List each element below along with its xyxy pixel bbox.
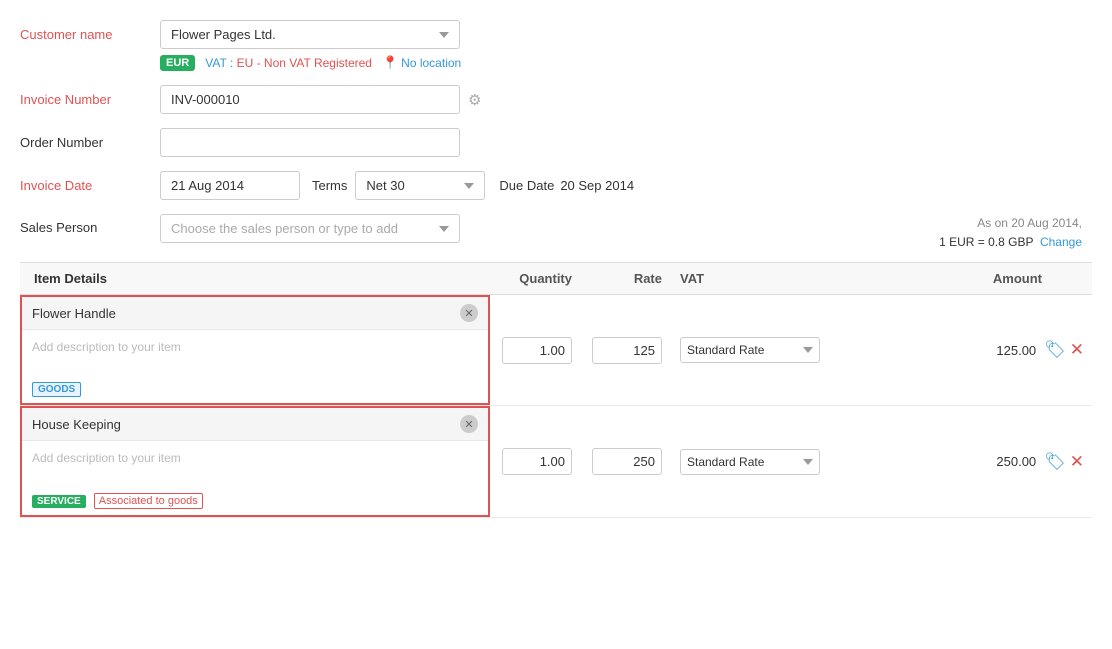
item-2-amount: 250.00: [830, 454, 1044, 469]
change-exchange-rate-link[interactable]: Change: [1040, 235, 1082, 249]
gear-icon[interactable]: ⚙: [468, 91, 481, 109]
item-2-description[interactable]: Add description to your item: [22, 441, 488, 487]
invoice-date-input[interactable]: [160, 171, 300, 200]
exchange-rate-info: As on 20 Aug 2014, 1 EUR = 0.8 GBP Chang…: [939, 214, 1092, 252]
item-2-right-panel: Standard Rate Zero Rate Exempt 250.00 🏷 …: [490, 406, 1092, 517]
item-2-vat-cell: Standard Rate Zero Rate Exempt: [670, 449, 830, 475]
item-1-actions: 🏷 ✕: [1044, 340, 1092, 360]
col-item-details-header: Item Details: [20, 271, 490, 286]
item-1-amount: 125.00: [830, 343, 1044, 358]
customer-meta-row: EUR VAT : EU - Non VAT Registered 📍 No l…: [160, 55, 1092, 71]
order-number-input[interactable]: [160, 128, 460, 157]
sales-person-label: Sales Person: [20, 214, 160, 235]
item-1-vat-cell: Standard Rate Zero Rate Exempt: [670, 337, 830, 363]
item-2-name: House Keeping: [32, 417, 121, 432]
vat-text: VAT : EU - Non VAT Registered: [205, 56, 372, 70]
no-location-link[interactable]: 📍 No location: [382, 55, 461, 71]
item-1-qty-input[interactable]: [502, 337, 572, 364]
item-2-rate-input[interactable]: [592, 448, 662, 475]
item-2-qty-input[interactable]: [502, 448, 572, 475]
sales-person-select[interactable]: Choose the sales person or type to add: [160, 214, 460, 243]
item-1-left-panel: Flower Handle ✕ Add description to your …: [20, 295, 490, 405]
col-quantity-header: Quantity: [490, 271, 580, 286]
item-1-rate-input[interactable]: [592, 337, 662, 364]
terms-select[interactable]: Net 30 Net 15 Net 45 Net 60 Due on Recei…: [355, 171, 485, 200]
terms-label: Terms: [312, 178, 347, 193]
due-date-label: Due Date: [499, 178, 554, 193]
item-1-right-panel: Standard Rate Zero Rate Exempt 125.00 🏷 …: [490, 295, 1092, 405]
table-row: House Keeping ✕ Add description to your …: [20, 406, 1092, 518]
item-2-close-btn[interactable]: ✕: [460, 415, 478, 433]
table-header-row: Item Details Quantity Rate VAT Amount: [20, 262, 1092, 295]
item-2-left-panel: House Keeping ✕ Add description to your …: [20, 406, 490, 517]
item-1-tag-row: GOODS: [22, 376, 488, 403]
item-2-tag-row: SERVICE Associated to goods: [22, 487, 488, 515]
item-1-close-btn[interactable]: ✕: [460, 304, 478, 322]
item-2-associated-text: Associated to goods: [94, 493, 203, 509]
item-1-name: Flower Handle: [32, 306, 116, 321]
item-1-description[interactable]: Add description to your item: [22, 330, 488, 376]
invoice-number-label: Invoice Number: [20, 92, 160, 107]
invoice-date-label: Invoice Date: [20, 178, 160, 193]
item-2-rate-cell: [580, 448, 670, 475]
item-2-qty-cell: [490, 448, 580, 475]
customer-name-label: Customer name: [20, 27, 160, 42]
location-icon: 📍: [382, 55, 398, 71]
item-1-delete-icon[interactable]: ✕: [1070, 340, 1084, 360]
item-2-service-badge: SERVICE: [32, 495, 86, 508]
item-2-tag-icon[interactable]: 🏷: [1044, 452, 1066, 472]
item-2-vat-select[interactable]: Standard Rate Zero Rate Exempt: [680, 449, 820, 475]
item-2-delete-icon[interactable]: ✕: [1070, 452, 1084, 472]
currency-badge: EUR: [160, 55, 195, 71]
col-vat-header: VAT: [670, 271, 830, 286]
invoice-number-input[interactable]: INV-000010: [160, 85, 460, 114]
col-rate-header: Rate: [580, 271, 670, 286]
item-1-vat-select[interactable]: Standard Rate Zero Rate Exempt: [680, 337, 820, 363]
col-amount-header: Amount: [830, 271, 1092, 286]
table-row: Flower Handle ✕ Add description to your …: [20, 295, 1092, 406]
item-1-tag-icon[interactable]: 🏷: [1044, 340, 1066, 360]
item-2-actions: 🏷 ✕: [1044, 452, 1092, 472]
item-1-rate-cell: [580, 337, 670, 364]
item-1-goods-badge: GOODS: [32, 382, 81, 397]
due-date-value: 20 Sep 2014: [560, 178, 634, 193]
order-number-label: Order Number: [20, 135, 160, 150]
item-1-qty-cell: [490, 337, 580, 364]
customer-name-select[interactable]: Flower Pages Ltd.: [160, 20, 460, 49]
